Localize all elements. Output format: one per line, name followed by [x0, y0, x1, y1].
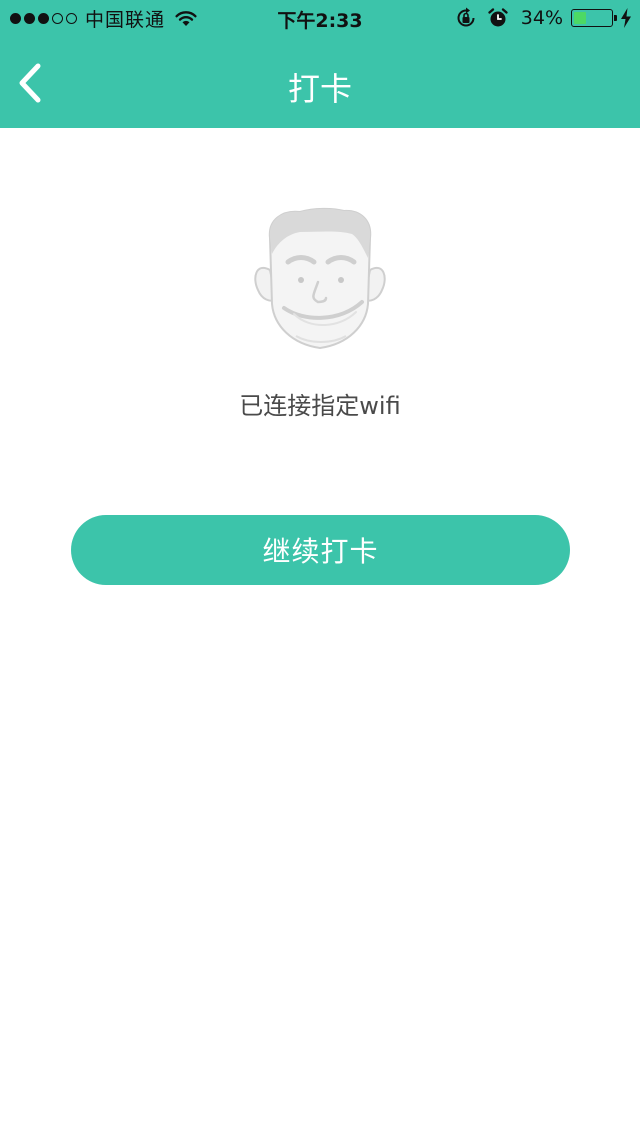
signal-dot-empty: [66, 12, 77, 24]
wifi-icon: [175, 11, 197, 26]
battery-percentage: 34%: [520, 7, 563, 29]
continue-punch-button[interactable]: 继续打卡: [71, 515, 570, 585]
status-left: 中国联通: [10, 6, 198, 31]
charging-icon: [621, 8, 631, 28]
page-title: 打卡: [287, 70, 352, 108]
navigation-bar: 打卡: [0, 40, 640, 128]
rotation-lock-icon: [457, 7, 475, 27]
signal-strength-icon: [10, 12, 77, 24]
chevron-left-icon: [19, 63, 41, 103]
signal-dot-empty: [52, 12, 63, 24]
carrier-name: 中国联通: [85, 8, 166, 31]
signal-dot-filled: [24, 12, 35, 24]
status-right: 34%: [455, 6, 632, 30]
battery-level-fill: [574, 12, 587, 24]
wifi-connected-message: 已连接指定wifi: [239, 392, 401, 420]
signal-dot-filled: [38, 12, 49, 24]
screen: 中国联通 下午2:33 34% 打卡 已连接指定wifi 继续打卡: [0, 0, 640, 1138]
status-bar: 中国联通 下午2:33 34%: [0, 0, 640, 36]
battery-tip: [614, 15, 617, 21]
battery-icon: [571, 9, 617, 27]
face-illustration: [254, 207, 386, 350]
signal-dot-filled: [10, 12, 21, 24]
alarm-icon: [488, 8, 508, 27]
back-button[interactable]: [8, 58, 52, 108]
header: 中国联通 下午2:33 34% 打卡: [0, 0, 640, 128]
